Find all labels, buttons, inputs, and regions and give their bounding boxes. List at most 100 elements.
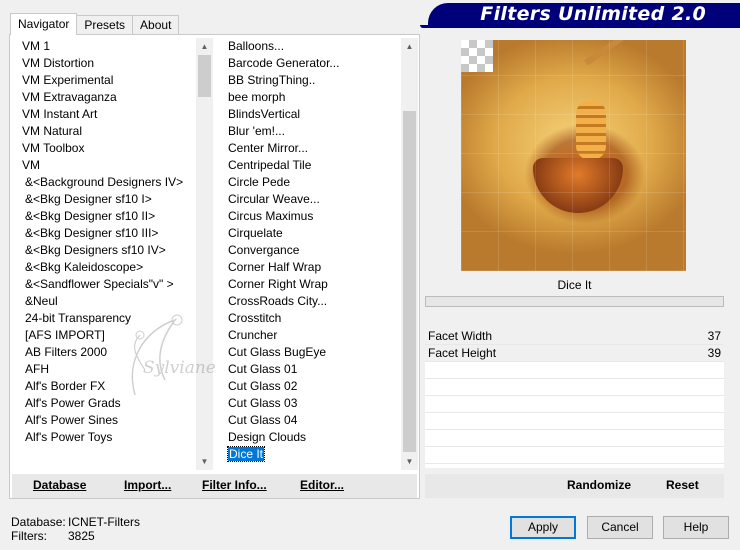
category-label: &<Bkg Designers sf10 IV>: [25, 243, 166, 257]
category-list[interactable]: VM 1 VM Distortion VM Experimental VM Extra…: [12, 38, 196, 470]
filter-list-item[interactable]: Design Clouds: [219, 429, 401, 446]
filter-list-scrollbar[interactable]: ▲ ▼: [401, 38, 418, 470]
filter-list-item[interactable]: BB StringThing..: [219, 72, 401, 89]
filter-label: Corner Half Wrap: [228, 260, 322, 274]
filter-list-item[interactable]: Blur 'em!...: [219, 123, 401, 140]
category-list-item[interactable]: [AFS IMPORT]: [12, 327, 196, 344]
category-list-item[interactable]: &<Bkg Designer sf10 III>: [12, 225, 196, 242]
param-row: [425, 413, 724, 430]
apply-button[interactable]: Apply: [510, 516, 576, 539]
tab-navigator[interactable]: Navigator: [10, 13, 78, 35]
category-list-item[interactable]: Alf's Power Grads: [12, 395, 196, 412]
param-value[interactable]: 37: [708, 328, 721, 344]
filter-label: Dice It: [226, 446, 266, 462]
filter-list-item[interactable]: Circus Maximus: [219, 208, 401, 225]
filter-list-item[interactable]: Corner Half Wrap: [219, 259, 401, 276]
param-row: [425, 379, 724, 396]
category-list-item[interactable]: &<Bkg Designer sf10 II>: [12, 208, 196, 225]
category-list-item[interactable]: VM: [12, 157, 196, 174]
scroll-up-arrow-icon[interactable]: ▲: [196, 38, 213, 55]
filter-list-item[interactable]: Circular Weave...: [219, 191, 401, 208]
tab-about[interactable]: About: [132, 15, 180, 35]
category-list-item[interactable]: &Neul: [12, 293, 196, 310]
category-label: VM 1: [22, 39, 51, 53]
category-label: VM Instant Art: [22, 107, 98, 121]
filter-label: Centripedal Tile: [228, 158, 312, 172]
category-list-item[interactable]: VM 1: [12, 38, 196, 55]
cancel-button[interactable]: Cancel: [587, 516, 653, 539]
editor-button[interactable]: Editor...: [300, 478, 344, 492]
category-list-item[interactable]: VM Extravaganza: [12, 89, 196, 106]
category-list-item[interactable]: VM Distortion: [12, 55, 196, 72]
filter-label: Cruncher: [228, 328, 278, 342]
filter-list-item[interactable]: Balloons...: [219, 38, 401, 55]
filter-label: Cut Glass 02: [228, 379, 298, 393]
filter-preview-image: [461, 40, 686, 271]
scrollbar-thumb[interactable]: [198, 55, 211, 97]
filter-list-item[interactable]: Circle Pede: [219, 174, 401, 191]
category-list-item[interactable]: AB Filters 2000: [12, 344, 196, 361]
category-list-scrollbar[interactable]: ▲ ▼: [196, 38, 213, 470]
status-filters: Filters: 3825: [11, 529, 95, 543]
filter-list-item[interactable]: bee morph: [219, 89, 401, 106]
category-list-item[interactable]: &<Bkg Designer sf10 I>: [12, 191, 196, 208]
filter-list-item[interactable]: Convergance: [219, 242, 401, 259]
filter-list-item[interactable]: Cut Glass 03: [219, 395, 401, 412]
filter-list-item[interactable]: Center Mirror...: [219, 140, 401, 157]
category-list-item[interactable]: Alf's Power Sines: [12, 412, 196, 429]
filter-info-button[interactable]: Filter Info...: [202, 478, 267, 492]
parameter-action-bar: Randomize Reset: [425, 474, 724, 498]
scroll-down-arrow-icon[interactable]: ▼: [196, 453, 213, 470]
help-button[interactable]: Help: [663, 516, 729, 539]
category-list-item[interactable]: &<Background Designers IV>: [12, 174, 196, 191]
param-row: [425, 396, 724, 413]
reset-button[interactable]: Reset: [666, 478, 699, 492]
category-list-item[interactable]: Alf's Power Toys: [12, 429, 196, 446]
filter-list-item[interactable]: BlindsVertical: [219, 106, 401, 123]
param-row[interactable]: Facet Height 39: [425, 345, 724, 362]
filter-list-item[interactable]: Corner Right Wrap: [219, 276, 401, 293]
preview-transparency-corner: [461, 40, 493, 72]
database-button[interactable]: Database: [33, 478, 86, 492]
filter-list-item[interactable]: Cut Glass 01: [219, 361, 401, 378]
app-title-banner: Filters Unlimited 2.0: [428, 3, 740, 25]
tab-presets[interactable]: Presets: [76, 15, 134, 35]
category-list-item[interactable]: VM Toolbox: [12, 140, 196, 157]
category-list-item[interactable]: 24-bit Transparency: [12, 310, 196, 327]
status-filters-label: Filters:: [11, 529, 47, 543]
category-list-item[interactable]: VM Instant Art: [12, 106, 196, 123]
category-list-item[interactable]: AFH: [12, 361, 196, 378]
filter-list-item[interactable]: Crosstitch: [219, 310, 401, 327]
filter-list-item[interactable]: Cirquelate: [219, 225, 401, 242]
filter-list-item[interactable]: Cruncher: [219, 327, 401, 344]
category-list-item[interactable]: VM Natural: [12, 123, 196, 140]
scroll-down-arrow-icon[interactable]: ▼: [401, 453, 418, 470]
param-value[interactable]: 39: [708, 345, 721, 361]
filter-list-item[interactable]: Cut Glass BugEye: [219, 344, 401, 361]
category-list-item[interactable]: &<Bkg Designers sf10 IV>: [12, 242, 196, 259]
filter-list-item[interactable]: Dice It: [219, 446, 401, 463]
filter-list-item[interactable]: Barcode Generator...: [219, 55, 401, 72]
category-list-item[interactable]: &<Bkg Kaleidoscope>: [12, 259, 196, 276]
filter-label: Circus Maximus: [228, 209, 314, 223]
randomize-button[interactable]: Randomize: [567, 478, 631, 492]
category-list-item[interactable]: &<Sandflower Specials"v" >: [12, 276, 196, 293]
filter-list-item[interactable]: Cut Glass 04: [219, 412, 401, 429]
filter-label: Cut Glass 03: [228, 396, 298, 410]
category-list-item[interactable]: Alf's Border FX: [12, 378, 196, 395]
filter-label: Blur 'em!...: [228, 124, 285, 138]
filter-label: Corner Right Wrap: [228, 277, 328, 291]
param-row[interactable]: Facet Width 37: [425, 328, 724, 345]
title-banner-underline: [420, 25, 740, 28]
import-button[interactable]: Import...: [124, 478, 171, 492]
scrollbar-thumb[interactable]: [403, 111, 416, 452]
category-label: &<Background Designers IV>: [25, 175, 184, 189]
filter-list[interactable]: Balloons... Barcode Generator... BB String…: [219, 38, 401, 470]
category-list-item[interactable]: VM Experimental: [12, 72, 196, 89]
category-label: &<Sandflower Specials"v" >: [25, 277, 174, 291]
filter-label: bee morph: [228, 90, 286, 104]
filter-list-item[interactable]: Centripedal Tile: [219, 157, 401, 174]
scroll-up-arrow-icon[interactable]: ▲: [401, 38, 418, 55]
filter-list-item[interactable]: CrossRoads City...: [219, 293, 401, 310]
filter-list-item[interactable]: Cut Glass 02: [219, 378, 401, 395]
